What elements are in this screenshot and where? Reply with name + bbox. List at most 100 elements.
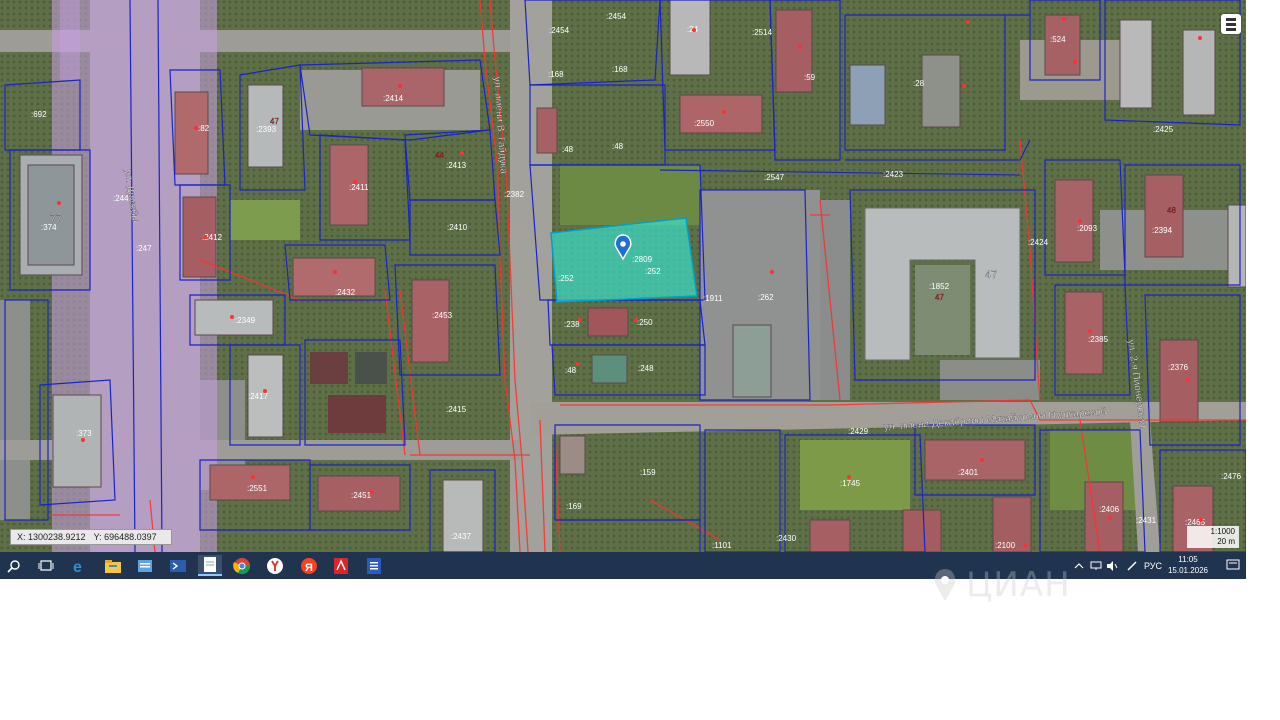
cadastral-label: :2425	[1153, 125, 1174, 134]
house-number: 47	[985, 269, 997, 281]
cadastral-label: :244	[113, 194, 129, 203]
cadastral-label: :2393	[256, 125, 277, 134]
volume-icon[interactable]	[1106, 552, 1118, 579]
tray-chevron-icon[interactable]	[1074, 552, 1084, 579]
cadastral-label: :2424	[1028, 238, 1049, 247]
yandex-icon[interactable]: Я	[297, 555, 321, 576]
cadastral-label: :1101	[712, 541, 732, 550]
house-number: 77	[50, 213, 62, 225]
cadastral-label: :2476	[1221, 472, 1242, 481]
cadastral-label: :82	[198, 124, 210, 133]
cadastral-label: :262	[758, 293, 774, 302]
cadastral-label: :28	[913, 79, 925, 88]
network-icon[interactable]	[1090, 552, 1102, 579]
cadastral-label: :2410	[447, 223, 468, 232]
cadastral-label: :2401	[958, 468, 979, 477]
cadastral-label: :247	[136, 244, 152, 253]
map-canvas[interactable]: ул. Дружбы ул. имени В. Гайдука ул. имен…	[0, 0, 1246, 552]
cadastral-label: :2514	[752, 28, 773, 37]
cadastral-label: :48	[612, 142, 624, 151]
cadastral-label: :2550	[694, 119, 715, 128]
cadastral-map[interactable]: ул. Дружбы ул. имени В. Гайдука ул. имен…	[0, 0, 1246, 552]
coordinate-readout: X: 1300238.9212 Y: 696488.0397	[10, 529, 172, 545]
watermark: ЦИАН	[930, 565, 1070, 605]
cadastral-label: :2100	[995, 541, 1016, 550]
cadastral-label: :169	[566, 502, 582, 511]
cadastral-label: :1852	[929, 282, 950, 291]
cadastral-label: :2413	[446, 161, 467, 170]
yandex-browser-icon[interactable]	[263, 555, 287, 576]
powershell-icon[interactable]	[166, 555, 190, 576]
cadastral-label: :1745	[840, 479, 861, 488]
cadastral-label: :1911	[703, 294, 723, 303]
house-number: 47	[935, 293, 944, 302]
task-view-icon[interactable]	[34, 555, 58, 576]
cadastral-label: :252	[558, 274, 574, 283]
cadastral-label: :2417	[248, 392, 269, 401]
clock-time: 11:05	[1178, 555, 1198, 564]
cadastral-label: :524	[1050, 35, 1066, 44]
clock[interactable]: 11:05 15.01.2026	[1162, 554, 1214, 576]
cadastral-label: :2385	[1088, 335, 1109, 344]
selected-parcel	[550, 217, 698, 303]
svg-text:e: e	[73, 559, 82, 575]
coord-y: Y: 696488.0397	[93, 532, 157, 542]
cadastral-label: :2093	[1077, 224, 1098, 233]
watermark-text: ЦИАН	[966, 565, 1071, 605]
cadastral-label: :2430	[776, 534, 797, 543]
cadastral-label: :2437	[451, 532, 472, 541]
cadastral-label: :2454	[549, 26, 570, 35]
cadastral-label: :2431	[1136, 516, 1157, 525]
cadastral-label: :2429	[848, 427, 869, 436]
house-number: 47	[270, 117, 279, 126]
cadastral-label: :250	[637, 318, 653, 327]
search-icon[interactable]	[2, 555, 26, 576]
clock-date: 15.01.2026	[1167, 566, 1209, 575]
cadastral-label: :2551	[247, 484, 268, 493]
cadastral-label: :2809	[632, 255, 653, 264]
pin-logo-icon	[934, 569, 956, 601]
cadastral-label: :238	[564, 320, 580, 329]
layers-button[interactable]	[1221, 14, 1241, 34]
cadastral-label: :2376	[1168, 363, 1189, 372]
cadastral-label: :2415	[446, 405, 467, 414]
cadastral-label: :59	[804, 73, 816, 82]
cadastral-label: :2414	[383, 94, 404, 103]
explorer-icon[interactable]	[101, 555, 125, 576]
scale-ratio: 1:1000	[1210, 527, 1235, 536]
cadastral-label: :248	[638, 364, 654, 373]
cadastral-label: :2349	[235, 316, 256, 325]
edge-icon[interactable]: e	[68, 555, 92, 576]
chrome-icon[interactable]	[230, 555, 254, 576]
pen-icon[interactable]	[1126, 552, 1138, 579]
cadastral-label: :48	[565, 366, 577, 375]
cadastral-label: :252	[645, 267, 661, 276]
cadastral-label: :48	[562, 145, 574, 154]
scale-distance: 20 m	[1217, 537, 1235, 546]
house-number: 48	[1167, 206, 1176, 215]
cadastral-label: :2411	[349, 183, 369, 192]
cadastral-label: :2451	[351, 491, 372, 500]
cadastral-label: :2453	[432, 311, 453, 320]
notepad-icon[interactable]	[198, 555, 222, 576]
cadastral-label: :2423	[883, 170, 904, 179]
house-number: 44	[435, 151, 444, 160]
cadastral-label: :2394	[1152, 226, 1173, 235]
cadastral-label: :692	[31, 110, 47, 119]
cadastral-label: :168	[548, 70, 564, 79]
notifications-icon[interactable]	[1226, 558, 1240, 577]
cadastral-label: :2432	[335, 288, 356, 297]
acrobat-icon[interactable]	[329, 555, 353, 576]
coord-x: X: 1300238.9212	[17, 532, 86, 542]
layers-icon	[1226, 18, 1236, 31]
cadastral-label: :2382	[504, 190, 525, 199]
file-viewer-icon[interactable]	[133, 555, 157, 576]
scale-indicator: 1:1000 20 m	[1187, 526, 1239, 548]
language-indicator[interactable]: РУС	[1144, 552, 1162, 579]
cadastral-label: :373	[76, 429, 92, 438]
word-icon[interactable]	[362, 555, 386, 576]
cadastral-label: :2454	[606, 12, 627, 21]
cadastral-label: :159	[640, 468, 656, 477]
cadastral-label: :2406	[1099, 505, 1120, 514]
cadastral-label: :2547	[764, 173, 785, 182]
